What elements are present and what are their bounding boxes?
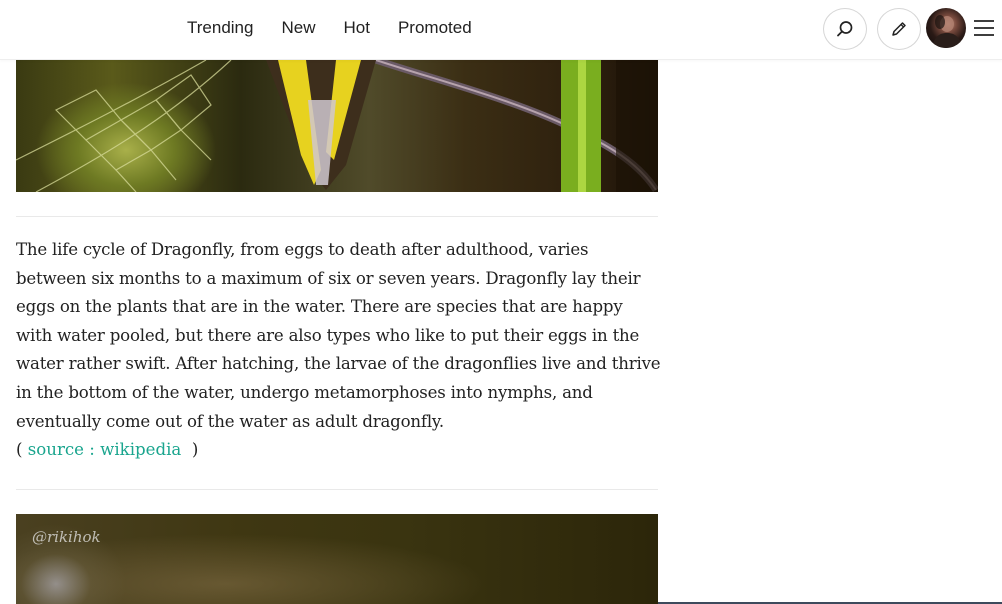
search-button[interactable] (823, 8, 867, 50)
nav-new[interactable]: New (281, 17, 315, 39)
nav-promoted[interactable]: Promoted (398, 17, 472, 39)
main-nav: Trending New Hot Promoted (187, 17, 472, 39)
dragonfly-photo-bottom: @rikihok (16, 514, 658, 604)
user-avatar[interactable] (926, 8, 966, 48)
source-link[interactable]: source : wikipedia (28, 440, 182, 459)
page: Trending New Hot Promoted The life cycle… (0, 0, 1002, 604)
source-close-paren: ) (181, 440, 199, 459)
dragonfly-closeup-image (16, 60, 658, 192)
divider-bottom (16, 489, 658, 490)
pencil-icon (892, 22, 906, 36)
article-paragraph: The life cycle of Dragonfly, from eggs t… (16, 240, 661, 431)
source-citation: ( source : wikipedia ) (16, 436, 198, 465)
hamburger-menu-icon (974, 20, 994, 36)
write-post-button[interactable] (877, 8, 921, 50)
search-icon (837, 21, 853, 37)
dragonfly-photo-top (16, 60, 658, 192)
menu-button[interactable] (973, 18, 995, 38)
photo-watermark: @rikihok (32, 528, 101, 546)
avatar-image (932, 15, 962, 48)
source-open-paren: ( (16, 440, 28, 459)
divider-top (16, 216, 658, 217)
top-header: Trending New Hot Promoted (0, 0, 1002, 60)
nav-hot[interactable]: Hot (343, 17, 369, 39)
nav-trending[interactable]: Trending (187, 17, 253, 39)
